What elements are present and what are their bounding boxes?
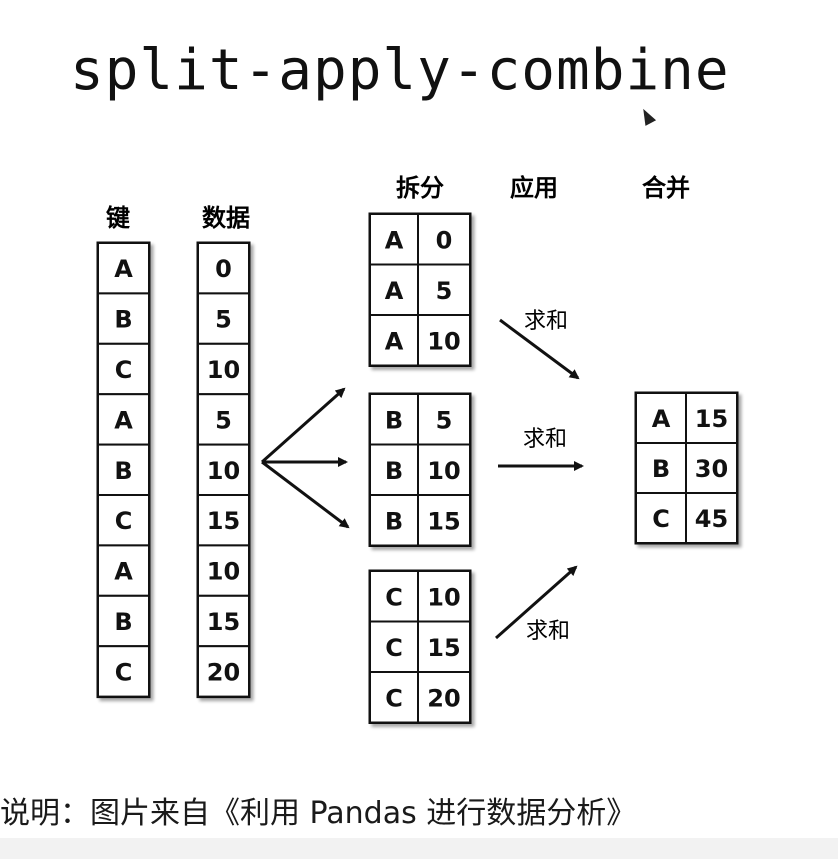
key-column: ABCABCABC: [96, 241, 151, 699]
caption: 说明：图片来自《利用 Pandas 进行数据分析》: [0, 796, 637, 831]
key-cell: C: [115, 356, 133, 384]
header-key: 键: [106, 204, 130, 232]
key-cell: B: [114, 306, 132, 334]
group-value-cell: 0: [436, 226, 453, 254]
data-cell: 0: [215, 255, 232, 283]
group-value-cell: 15: [427, 507, 460, 535]
result-value-cell: 45: [695, 505, 728, 533]
group-value-cell: 20: [427, 684, 460, 712]
group-key-cell: C: [385, 583, 403, 611]
split-arrows: [261, 387, 350, 529]
result-key-cell: C: [652, 505, 670, 533]
group-key-cell: B: [385, 507, 403, 535]
apply-label-bottom: 求和: [526, 619, 570, 644]
split-arrow-up: [261, 387, 346, 464]
result-key-cell: A: [652, 405, 671, 433]
result-key-cell: B: [652, 455, 670, 483]
data-cell: 10: [207, 558, 240, 586]
group-value-cell: 10: [427, 457, 460, 485]
data-cell: 10: [207, 356, 240, 384]
group-key-cell: B: [385, 406, 403, 434]
group-key-cell: C: [385, 634, 403, 662]
group-value-cell: 10: [427, 583, 460, 611]
data-cell: 10: [207, 457, 240, 485]
key-cell: A: [114, 255, 133, 283]
key-cell: B: [114, 457, 132, 485]
apply-arrows: [495, 318, 584, 640]
header-apply: 应用: [510, 174, 558, 202]
key-cell: B: [114, 608, 132, 636]
result-value-cell: 30: [695, 455, 728, 483]
split-apply-combine-diagram: 键 数据 拆分 应用 合并 ABCABCABC 051051015101520 …: [96, 174, 739, 724]
header-combine: 合并: [642, 174, 690, 202]
key-cell: C: [115, 507, 133, 535]
key-cell: A: [114, 558, 133, 586]
group-key-cell: B: [385, 457, 403, 485]
group-value-cell: 5: [436, 406, 453, 434]
header-split: 拆分: [396, 174, 444, 202]
group-key-cell: C: [385, 684, 403, 712]
header-data: 数据: [202, 204, 250, 232]
split-group: B 5 B 10 B 15: [368, 392, 472, 547]
group-value-cell: 10: [427, 327, 460, 355]
split-arrow-down: [261, 460, 350, 529]
group-value-cell: 5: [436, 277, 453, 305]
split-group: C 10 C 15 C 20: [368, 569, 472, 724]
diagram-stage: split-apply-combine 键 数据 拆分 应用 合并 ABCABC…: [0, 0, 838, 859]
group-key-cell: A: [385, 277, 404, 305]
data-cell: 5: [215, 406, 232, 434]
key-cell: A: [114, 406, 133, 434]
data-cell: 15: [207, 507, 240, 535]
apply-label-middle: 求和: [523, 427, 567, 452]
result-value-cell: 15: [695, 405, 728, 433]
apply-label-top: 求和: [524, 309, 568, 334]
group-key-cell: A: [385, 226, 404, 254]
data-cell: 5: [215, 306, 232, 334]
bottom-band: [0, 838, 838, 859]
group-key-cell: A: [385, 327, 404, 355]
result-table: A 15 B 30 C 45: [634, 391, 739, 545]
split-groups: A 0 A 5 A 10 B 5 B 10 B 15 C 10 C 15 C 20: [368, 212, 472, 724]
data-cell: 20: [207, 658, 240, 686]
group-value-cell: 15: [427, 634, 460, 662]
split-group: A 0 A 5 A 10: [368, 212, 472, 367]
key-cell: C: [115, 658, 133, 686]
data-column: 0 5 10 5 10 15 10 15 20: [196, 241, 251, 699]
data-cell: 15: [207, 608, 240, 636]
